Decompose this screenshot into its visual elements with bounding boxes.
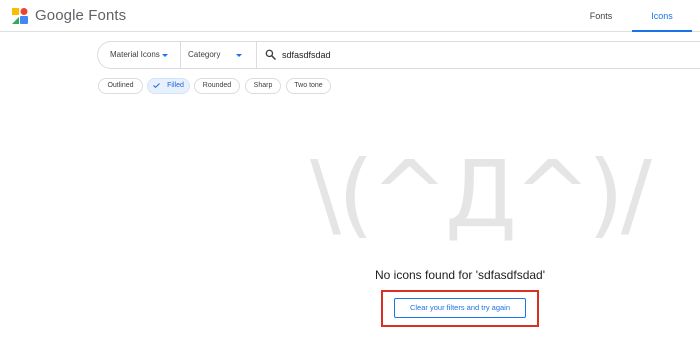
category-dropdown[interactable]: Category <box>181 42 257 68</box>
empty-state-kaomoji: \(^Д^)/ <box>310 141 652 248</box>
chevron-down-icon <box>162 54 168 57</box>
chip-sharp[interactable]: Sharp <box>245 78 281 94</box>
chip-filled[interactable]: Filled <box>147 78 190 94</box>
tab-fonts[interactable]: Fonts <box>574 0 628 32</box>
search-toolbar: Material Icons Category <box>97 41 700 69</box>
category-label: Category <box>188 50 221 59</box>
clear-filters-button[interactable]: Clear your filters and try again <box>394 298 526 318</box>
brand-name[interactable]: Google Fonts <box>35 7 126 24</box>
icon-set-label: Material Icons <box>110 50 160 59</box>
chip-label: Filled <box>167 82 184 89</box>
tab-icons[interactable]: Icons <box>632 0 692 32</box>
app-header: Google Fonts Fonts Icons <box>0 0 700 32</box>
chip-rounded[interactable]: Rounded <box>194 78 240 94</box>
search-icon <box>265 49 276 60</box>
search-input[interactable] <box>282 46 582 64</box>
chip-two-tone[interactable]: Two tone <box>286 78 331 94</box>
chevron-down-icon <box>236 54 242 57</box>
chip-outlined[interactable]: Outlined <box>98 78 143 94</box>
empty-state-message: No icons found for 'sdfasdfsdad' <box>374 268 545 282</box>
check-icon <box>153 83 160 88</box>
icon-set-dropdown[interactable]: Material Icons <box>98 42 181 68</box>
google-fonts-logo-icon[interactable] <box>12 8 29 24</box>
